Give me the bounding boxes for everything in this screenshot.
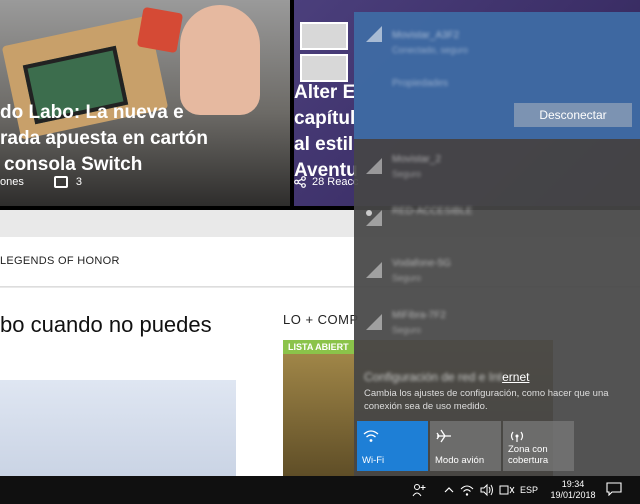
subnav-link[interactable]: LEGENDS OF HONOR: [0, 255, 120, 267]
comment-icon: [53, 176, 68, 188]
network-tray-icon[interactable]: [460, 483, 474, 497]
hero-left-meta: ones 3: [0, 176, 82, 188]
mobile-hotspot-toggle[interactable]: Zona con cobertura: [503, 421, 574, 471]
chevron-up-icon[interactable]: [444, 483, 454, 497]
network-item[interactable]: Movistar_2 Seguro: [354, 142, 640, 192]
language-indicator[interactable]: ESP: [520, 485, 538, 495]
article-image[interactable]: [0, 380, 236, 476]
hero-right-thumbnails: [300, 22, 352, 86]
sidebar-badge: LISTA ABIERT: [283, 340, 354, 354]
network-item[interactable]: Vodafone-5G Seguro: [354, 246, 640, 296]
network-properties-link[interactable]: Propiedades: [392, 78, 448, 89]
network-settings-link[interactable]: Configuración de red e Internet: [364, 370, 529, 384]
hero-right-meta: 28 Reacc: [294, 176, 358, 188]
network-name: Movistar_A3F2: [392, 30, 460, 41]
people-icon[interactable]: [412, 483, 426, 497]
open-network-icon: [366, 210, 382, 226]
hero-right-title[interactable]: Alter E capítul al estil Aventu: [294, 80, 358, 184]
network-flyout: Movistar_A3F2 Conectado, seguro Propieda…: [354, 12, 640, 476]
disconnect-button[interactable]: Desconectar: [514, 103, 632, 127]
volume-icon[interactable]: [480, 483, 494, 497]
clock[interactable]: 19:34 19/01/2018: [548, 479, 598, 501]
input-indicator-icon[interactable]: [499, 483, 515, 497]
toy-red-part: [136, 6, 184, 54]
network-item[interactable]: RED-ACCESIBLE: [354, 194, 640, 244]
arm-image: [180, 5, 260, 115]
sidebar-heading: LO + COMP: [283, 312, 359, 327]
wifi-signal-icon: [366, 158, 382, 174]
airplane-mode-toggle[interactable]: Modo avión: [430, 421, 501, 471]
taskbar: ESP 19:34 19/01/2018: [0, 476, 640, 504]
airplane-icon: [436, 429, 451, 443]
wifi-signal-icon: [366, 314, 382, 330]
network-item[interactable]: MiFibra-7F2 Seguro: [354, 298, 640, 348]
wifi-toggle[interactable]: Wi-Fi: [357, 421, 428, 471]
hero-left-title[interactable]: do Labo: La nueva e rada apuesta en cart…: [0, 100, 285, 178]
wifi-signal-icon: [366, 262, 382, 278]
share-icon: [294, 176, 306, 188]
connected-network[interactable]: Movistar_A3F2 Conectado, seguro Propieda…: [354, 12, 640, 139]
wifi-icon: [363, 430, 379, 442]
wifi-signal-icon: [366, 26, 382, 42]
network-settings-description: Cambia los ajustes de configuración, com…: [364, 388, 609, 412]
notifications-icon[interactable]: [606, 482, 622, 496]
network-status: Conectado, seguro: [392, 45, 469, 55]
article-heading[interactable]: bo cuando no puedes: [0, 312, 212, 338]
hotspot-icon: [510, 431, 524, 442]
hero-article-left[interactable]: do Labo: La nueva e rada apuesta en cart…: [0, 0, 290, 206]
